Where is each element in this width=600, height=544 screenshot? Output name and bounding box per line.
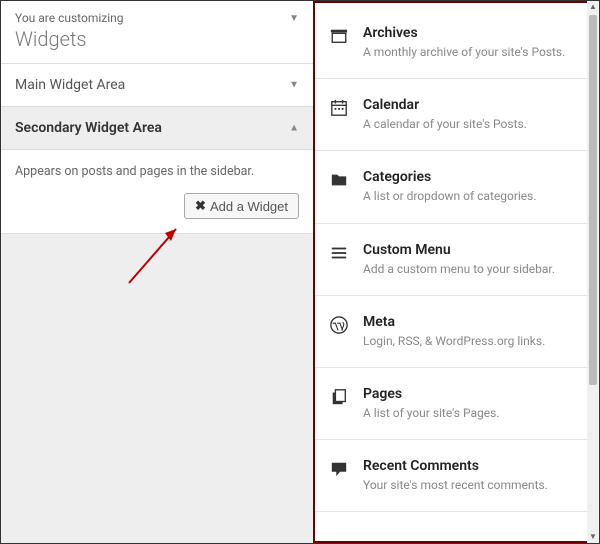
scrollbar-thumb[interactable]	[589, 15, 597, 385]
section-label: Secondary Widget Area	[15, 120, 162, 136]
widget-title: Pages	[363, 386, 583, 402]
archives-icon	[329, 26, 349, 46]
chevron-down-icon: ▼	[289, 80, 299, 91]
widget-title: Recent Comments	[363, 458, 583, 474]
widget-desc: Login, RSS, & WordPress.org links.	[363, 333, 583, 349]
widget-area-description: Appears on posts and pages in the sideba…	[15, 164, 299, 179]
close-icon: ✖	[195, 198, 206, 214]
scroll-down-icon[interactable]: ▼	[587, 531, 599, 543]
widget-desc: Add a custom menu to your sidebar.	[363, 261, 583, 277]
widget-title: Categories	[363, 169, 583, 185]
customizer-header[interactable]: You are customizing Widgets ▼	[1, 1, 313, 64]
section-label: Main Widget Area	[15, 77, 125, 93]
chevron-up-icon: ▲	[289, 123, 299, 134]
widget-list: Archives A monthly archive of your site'…	[315, 3, 597, 512]
menu-icon	[329, 243, 349, 263]
widget-desc: A monthly archive of your site's Posts.	[363, 44, 583, 60]
widget-title: Archives	[363, 25, 583, 41]
widget-desc: A calendar of your site's Posts.	[363, 116, 583, 132]
pages-icon	[329, 387, 349, 407]
widget-desc: Your site's most recent comments.	[363, 477, 583, 493]
chevron-down-icon: ▼	[289, 13, 299, 24]
section-secondary-widget-area[interactable]: Secondary Widget Area ▲	[1, 107, 313, 150]
widget-title: Custom Menu	[363, 242, 583, 258]
widget-area-panel: Appears on posts and pages in the sideba…	[1, 150, 313, 234]
widget-title: Meta	[363, 314, 583, 330]
page-title: Widgets	[15, 27, 299, 51]
folder-icon	[329, 170, 349, 190]
available-widgets-panel: Archives A monthly archive of your site'…	[313, 1, 599, 543]
scroll-up-icon[interactable]: ▲	[587, 1, 599, 13]
widget-item-recent-comments[interactable]: Recent Comments Your site's most recent …	[315, 440, 597, 512]
widget-item-archives[interactable]: Archives A monthly archive of your site'…	[315, 3, 597, 79]
customizer-sidebar: You are customizing Widgets ▼ Main Widge…	[1, 1, 313, 543]
widget-title: Calendar	[363, 97, 583, 113]
calendar-icon	[329, 98, 349, 118]
widget-item-custom-menu[interactable]: Custom Menu Add a custom menu to your si…	[315, 224, 597, 296]
widget-item-categories[interactable]: Categories A list or dropdown of categor…	[315, 151, 597, 223]
widget-item-meta[interactable]: Meta Login, RSS, & WordPress.org links.	[315, 296, 597, 368]
add-widget-button[interactable]: ✖ Add a Widget	[184, 193, 299, 219]
add-widget-label: Add a Widget	[210, 199, 288, 214]
widget-item-pages[interactable]: Pages A list of your site's Pages.	[315, 368, 597, 440]
customizing-label: You are customizing	[15, 11, 299, 25]
widget-desc: A list of your site's Pages.	[363, 405, 583, 421]
scrollbar[interactable]: ▲ ▼	[587, 1, 599, 543]
section-main-widget-area[interactable]: Main Widget Area ▼	[1, 64, 313, 107]
widget-desc: A list or dropdown of categories.	[363, 188, 583, 204]
comment-icon	[329, 459, 349, 479]
wordpress-icon	[329, 315, 349, 335]
widget-item-calendar[interactable]: Calendar A calendar of your site's Posts…	[315, 79, 597, 151]
